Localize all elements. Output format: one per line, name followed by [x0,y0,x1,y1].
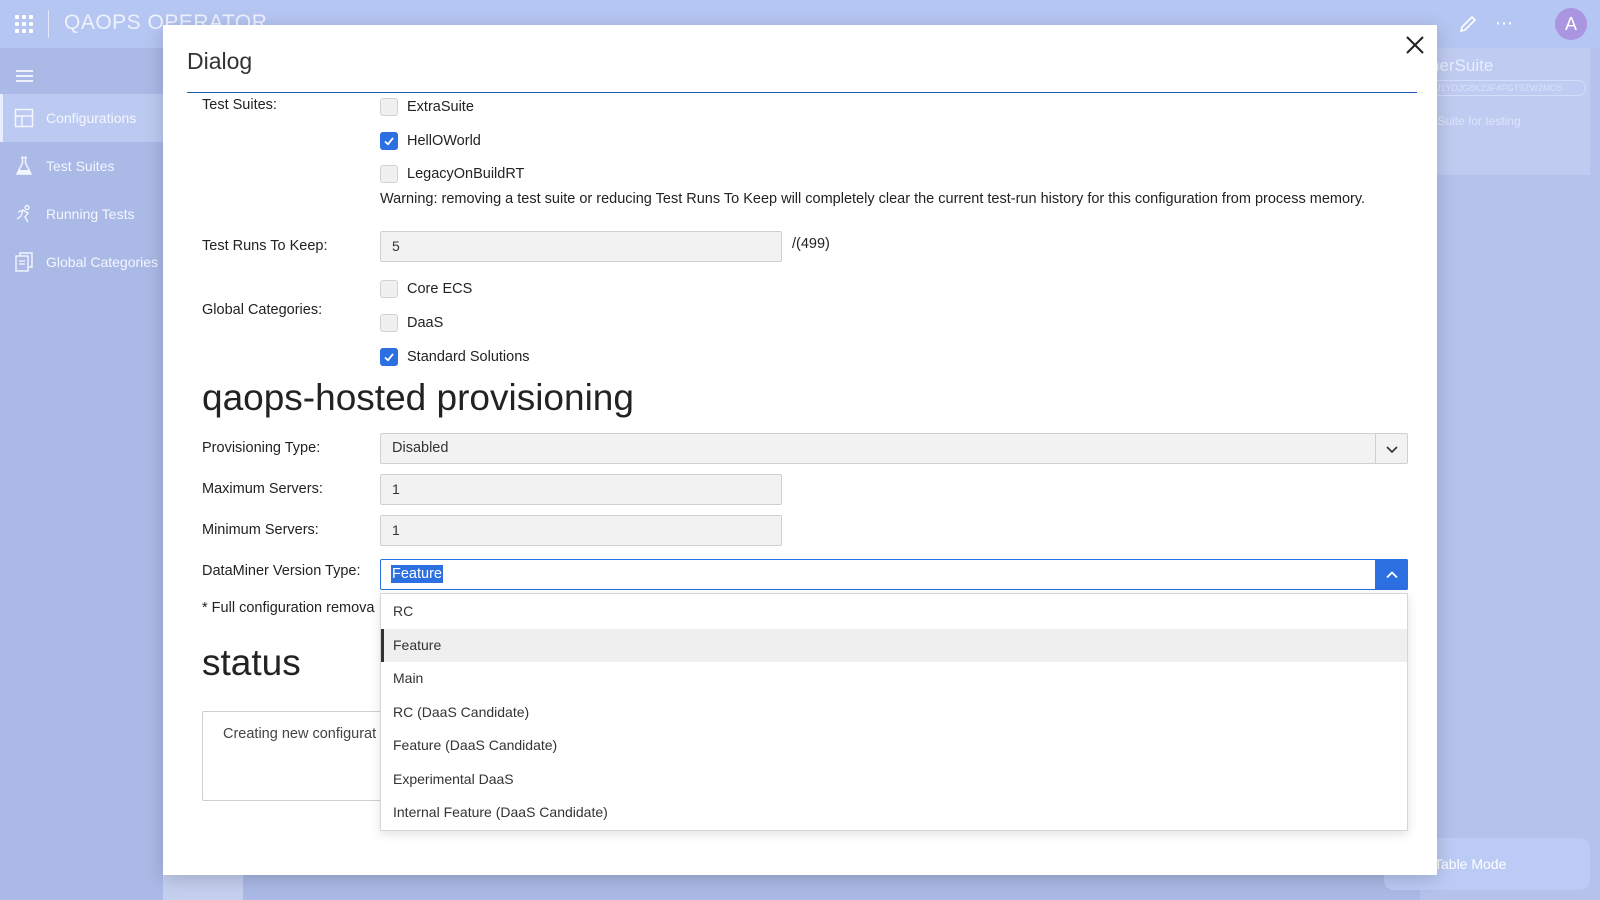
dropdown-option-rc[interactable]: RC [381,595,1407,628]
dropdown-option-experimental-daas[interactable]: Experimental DaaS [381,763,1407,796]
title-divider [187,92,1417,93]
min-servers-input[interactable]: 1 [380,515,782,546]
dropdown-option-internal-feature-daas-candidate[interactable]: Internal Feature (DaaS Candidate) [381,796,1407,829]
provisioning-type-select[interactable]: Disabled [380,433,1408,464]
checkmark-icon [384,137,394,146]
checkbox[interactable] [380,165,398,183]
warning-text: Warning: removing a test suite or reduci… [380,191,1366,207]
status-heading: status [202,642,301,683]
checkbox-label: DaaS [407,315,444,331]
flask-icon [15,156,33,175]
version-type-label: DataMiner Version Type: [202,563,361,579]
checkbox[interactable] [380,132,398,150]
checkbox-label: Standard Solutions [407,349,530,365]
checkmark-icon [384,353,394,362]
dropdown-option-feature[interactable]: Feature [381,629,1407,662]
grid-icon [14,108,34,128]
global-categories-label: Global Categories: [202,302,323,318]
sidebar-item-label: Test Suites [46,158,115,174]
min-servers-label: Minimum Servers: [202,522,319,538]
avatar[interactable]: A [1555,8,1587,40]
checkbox[interactable] [380,314,398,332]
apps-grid-icon[interactable] [15,15,33,33]
max-servers-input[interactable]: 1 [380,474,782,505]
checkbox[interactable] [380,280,398,298]
hamburger-menu-icon[interactable] [16,70,33,85]
dialog-title: Dialog [187,48,253,74]
topbar-divider [48,10,49,38]
checkbox-label: HellOWorld [407,133,481,149]
sidebar-item-configurations[interactable]: Configurations [0,94,163,142]
global-category-option[interactable]: Core ECS [380,280,472,298]
version-type-select[interactable]: Feature [380,559,1408,590]
provisioning-type-label: Provisioning Type: [202,440,321,456]
sidebar-item-label: Configurations [46,110,137,126]
dialog: Dialog Test Suites: ExtraSuite HellOWorl… [163,25,1437,875]
checkbox-label: Core ECS [407,281,473,297]
version-type-dropdown: RC Feature Main RC (DaaS Candidate) Feat… [380,593,1408,831]
checkbox-label: ExtraSuite [407,99,474,115]
status-text: Creating new configurat [223,726,377,742]
suite-card[interactable]: nerSuite 6J1YDJG8K23F4FGT9ZW2MDS r Suite… [1420,48,1590,175]
test-runs-to-keep-label: Test Runs To Keep: [202,238,328,254]
provisioning-type-value: Disabled [392,440,449,456]
test-suite-option[interactable]: HellOWorld [380,132,481,150]
sidebar-item-global-categories[interactable]: Global Categories [0,238,163,286]
test-runs-to-keep-input[interactable]: 5 [380,231,782,262]
global-category-option[interactable]: DaaS [380,314,443,332]
dropdown-option-rc-daas-candidate[interactable]: RC (DaaS Candidate) [381,696,1407,729]
version-type-value: Feature [391,565,443,583]
running-icon [16,204,30,223]
dropdown-option-main[interactable]: Main [381,662,1407,695]
chevron-down-icon[interactable] [1375,434,1407,463]
checkbox-label: LegacyOnBuildRT [407,166,525,182]
chevron-up-icon[interactable] [1375,559,1408,590]
close-icon[interactable] [1403,33,1427,57]
full-removal-note: * Full configuration remova [202,600,375,616]
global-category-option[interactable]: Standard Solutions [380,348,530,366]
sidebar-item-label: Global Categories [46,254,159,270]
test-suite-option[interactable]: ExtraSuite [380,98,474,116]
pencil-icon[interactable] [1458,14,1478,34]
details-panel: nerSuite 6J1YDJG8K23F4FGT9ZW2MDS r Suite… [1420,48,1600,900]
suite-card-description: r Suite for testing [1430,114,1521,128]
provisioning-heading: qaops-hosted provisioning [202,377,634,418]
suite-card-id: 6J1YDJG8K23F4FGT9ZW2MDS [1426,80,1586,96]
max-servers-label: Maximum Servers: [202,481,323,497]
test-suites-label: Test Suites: [202,97,277,113]
sidebar-item-running-tests[interactable]: Running Tests [0,190,163,238]
test-suite-option[interactable]: LegacyOnBuildRT [380,165,524,183]
sidebar-item-label: Running Tests [46,206,135,222]
test-runs-max-label: /(499) [792,236,830,252]
table-mode-label: Table Mode [1434,856,1507,872]
background-strip [163,875,243,900]
checkbox[interactable] [380,98,398,116]
suite-card-title: nerSuite [1430,56,1494,75]
sidebar-item-test-suites[interactable]: Test Suites [0,142,163,190]
more-options-icon[interactable]: ⋯ [1495,13,1514,34]
sidebar: Configurations Test Suites Running Tests… [0,48,163,900]
document-icon [15,252,33,272]
dropdown-option-feature-daas-candidate[interactable]: Feature (DaaS Candidate) [381,729,1407,762]
checkbox[interactable] [380,348,398,366]
test-suites-scroll-clip: LegacyOnBuildRT [376,165,676,183]
